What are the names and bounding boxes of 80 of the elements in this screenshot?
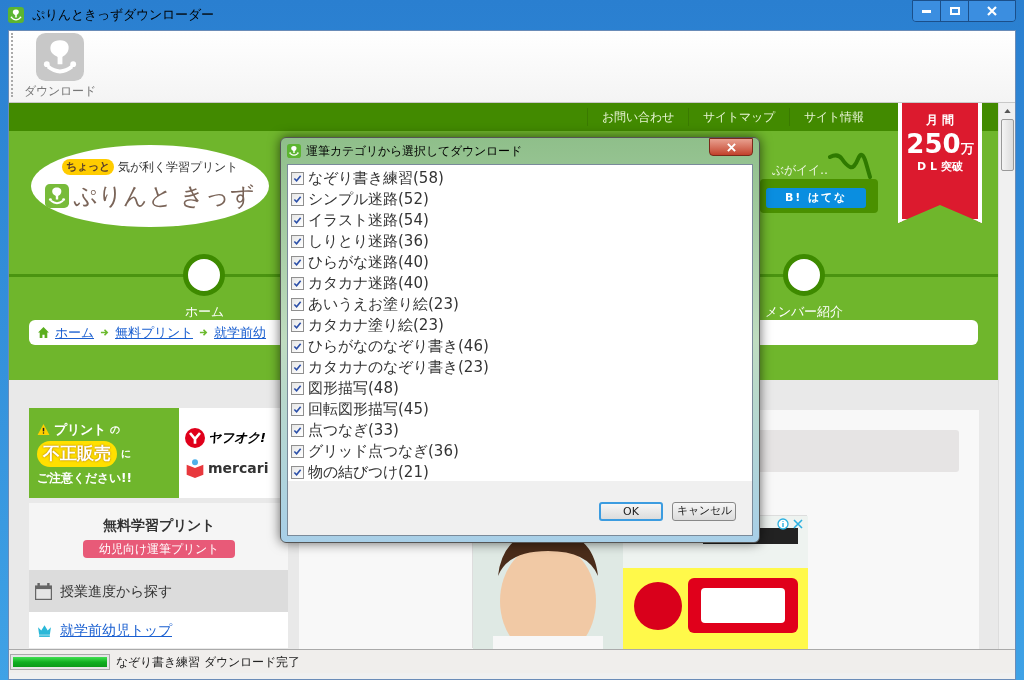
notice-text: に	[121, 447, 131, 462]
download-button[interactable]: ダウンロード	[23, 33, 97, 100]
category-item[interactable]: イラスト迷路(54)	[291, 210, 752, 231]
category-item[interactable]: シンプル迷路(52)	[291, 189, 752, 210]
arrow-icon	[199, 328, 208, 337]
hatena-bookmark-button[interactable]: B! はてな	[766, 188, 866, 209]
y-logo-icon	[185, 427, 205, 448]
checkbox[interactable]	[291, 340, 304, 353]
category-item[interactable]: 図形描写(48)	[291, 378, 752, 399]
checkbox[interactable]	[291, 298, 304, 311]
scrollbar[interactable]	[998, 103, 1015, 649]
checkbox[interactable]	[291, 256, 304, 269]
breadcrumb-link[interactable]: 無料プリント	[115, 322, 193, 343]
calendar-icon	[35, 582, 52, 600]
brand-text: mercari	[208, 458, 269, 478]
notice-text: ご注意ください!!	[37, 469, 133, 487]
home-icon	[37, 326, 50, 339]
window-title: ぷりんときっずダウンローダー	[32, 6, 214, 25]
category-item[interactable]: ひらがな迷路(40)	[291, 252, 752, 273]
sidebar-section[interactable]: 授業進度から探す	[29, 570, 288, 612]
category-item[interactable]: カタカナ迷路(40)	[291, 273, 752, 294]
logo-text: ぷりんと きっず	[72, 181, 256, 212]
top-nav-link[interactable]: サイト情報	[789, 108, 878, 126]
sidebar-title: 無料学習プリント	[102, 516, 215, 535]
minimize-button[interactable]	[913, 1, 941, 21]
close-icon	[987, 6, 997, 16]
logo-badge: ちょっと	[62, 158, 114, 176]
top-nav-link[interactable]: お問い合わせ	[587, 108, 688, 126]
box-icon	[185, 458, 205, 478]
logo-tagline: 気が利く学習プリント	[118, 159, 238, 176]
notice-text: プリント	[54, 420, 106, 439]
maximize-button[interactable]	[941, 1, 969, 21]
checkbox[interactable]	[291, 361, 304, 374]
category-item[interactable]: ひらがなのなぞり書き(46)	[291, 336, 752, 357]
teaser-text: ぶがイイ‥	[772, 162, 828, 179]
notice-text: の	[110, 422, 120, 437]
category-item[interactable]: カタカナのなぞり書き(23)	[291, 357, 752, 378]
dialog-icon	[287, 144, 301, 158]
arrow-icon	[100, 328, 109, 337]
category-item[interactable]: あいうえお塗り絵(23)	[291, 294, 752, 315]
checkbox[interactable]	[291, 445, 304, 458]
logo-icon	[44, 184, 69, 208]
checkbox[interactable]	[291, 319, 304, 332]
downloads-ribbon: 月 間 250万 D L 突破	[898, 103, 982, 223]
cancel-button[interactable]: キャンセル	[672, 502, 736, 521]
scrollbar-thumb[interactable]	[1000, 119, 1014, 171]
category-item[interactable]: しりとり迷路(36)	[291, 231, 752, 252]
checkbox[interactable]	[291, 214, 304, 227]
checkbox[interactable]	[291, 466, 304, 479]
checkbox[interactable]	[291, 277, 304, 290]
close-button[interactable]	[709, 138, 753, 156]
brand-text: ヤフオク!	[208, 428, 266, 447]
breadcrumb-link[interactable]: ホーム	[55, 322, 94, 343]
category-tag: 幼児向け運筆プリント	[82, 540, 235, 558]
breadcrumb-link[interactable]: 就学前幼	[214, 322, 266, 343]
dialog-title: 運筆カテゴリから選択してダウンロード	[306, 143, 522, 160]
category-item[interactable]: グリッド点つなぎ(36)	[291, 441, 752, 462]
info-icon[interactable]	[777, 518, 789, 530]
category-item[interactable]: 回転図形描写(45)	[291, 399, 752, 420]
scroll-up-icon[interactable]	[1003, 109, 1011, 113]
category-item[interactable]: 点つなぎ(33)	[291, 420, 752, 441]
category-item[interactable]: なぞり書き練習(58)	[291, 168, 752, 189]
close-icon	[726, 142, 736, 152]
top-nav-link[interactable]: サイトマップ	[688, 108, 789, 126]
checkbox[interactable]	[291, 172, 304, 185]
checkbox[interactable]	[291, 235, 304, 248]
category-item[interactable]: 物の結びつけ(21)	[291, 462, 752, 483]
close-icon[interactable]	[792, 518, 804, 530]
crown-icon	[37, 623, 52, 637]
checkbox[interactable]	[291, 193, 304, 206]
category-item[interactable]: カタカナ塗り絵(23)	[291, 315, 752, 336]
app-icon	[8, 7, 24, 23]
checkbox[interactable]	[291, 403, 304, 416]
checkbox[interactable]	[291, 424, 304, 437]
ok-button[interactable]: OK	[599, 502, 663, 521]
notice-highlight: 不正販売	[37, 441, 117, 467]
checkbox[interactable]	[291, 382, 304, 395]
site-logo[interactable]: ちょっと 気が利く学習プリント ぷりんと きっず	[31, 145, 269, 227]
status-text: なぞり書き練習 ダウンロード完了	[116, 653, 300, 671]
warning-icon	[37, 422, 50, 436]
